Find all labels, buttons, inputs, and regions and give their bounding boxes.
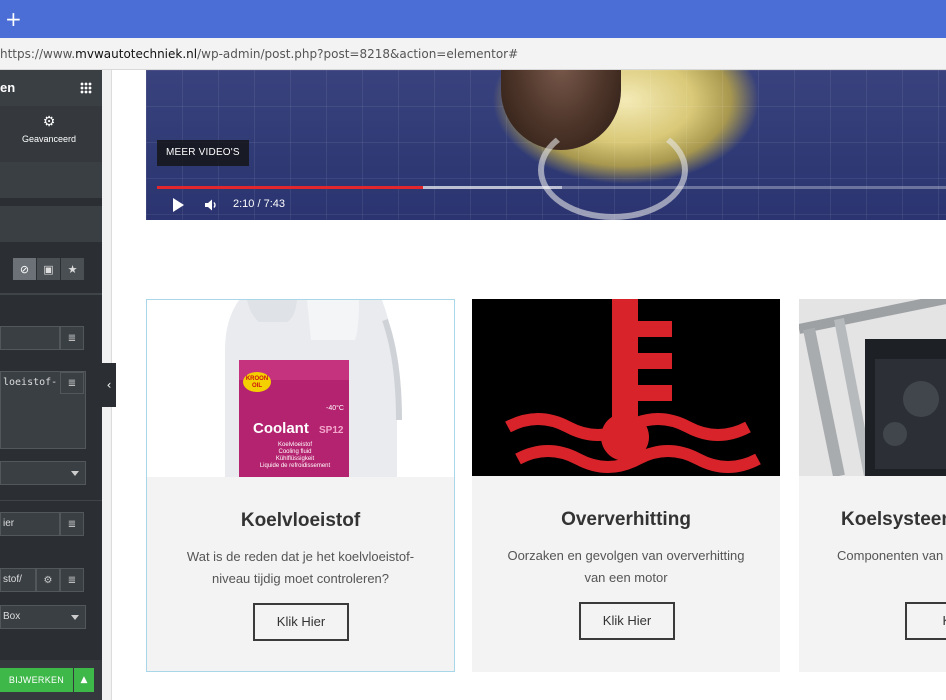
panel-header: en [0,70,102,106]
gear-icon: ⚙ [42,114,56,130]
url-prefix: https://www. [0,47,76,61]
panel-select[interactable]: Box [0,605,86,629]
brand-logo-text: KROON [246,376,268,382]
title-link-field[interactable]: ier [0,512,60,536]
video-player[interactable]: MEER VIDEO'S 2:10 / 7:43 [146,70,946,220]
gear-icon[interactable]: ⚙ [36,568,60,592]
url-path: /wp-admin/post.php?post=8218&action=elem… [197,47,519,61]
collapse-panel-button[interactable]: ‹ [102,363,116,407]
product-code: SP12 [319,425,344,436]
database-icon[interactable]: ≣ [60,372,84,394]
url-domain: mvwautotechniek.nl [75,47,198,61]
panel-section-header[interactable] [0,162,102,198]
radiator-image [799,299,946,476]
chevron-down-icon [71,615,79,620]
brand-logo-text: OIL [252,383,262,389]
klik-hier-button[interactable]: Klik Hier [253,603,349,641]
database-icon[interactable]: ≣ [60,326,84,350]
new-tab-button[interactable]: + [5,9,22,29]
more-videos-button[interactable]: MEER VIDEO'S [157,140,249,166]
chevron-up-icon[interactable]: ▲ [74,668,94,692]
card-oververhitting: Oververhitting Oorzaken en gevolgen van … [472,299,780,672]
grid-menu-icon[interactable] [80,82,92,94]
volume-icon[interactable] [203,197,219,213]
tab-advanced-label: Geavanceerd [21,134,77,144]
divider [0,500,102,501]
product-label: Coolant [253,420,309,437]
panel-select[interactable] [0,461,86,485]
database-icon[interactable]: ≣ [60,568,84,592]
temp-label: -40°C [326,404,344,412]
card-title: Oververhitting [561,509,691,530]
coolant-bottle-image: KROON OIL -40°C Coolant SP12 Koelvloeist… [225,300,402,477]
card-image [799,299,946,476]
video-played-bar [157,186,423,189]
klik-hier-button[interactable]: Klik [905,602,946,640]
temperature-warning-icon [505,299,761,473]
video-frame [538,120,688,220]
database-icon[interactable]: ≣ [60,512,84,536]
browser-tab-bar: + [0,0,946,38]
image-icon[interactable]: ▣ [37,258,61,280]
panel-footer: BIJWERKEN ▲ [0,660,102,700]
label-line: Koelvloeistof [278,442,312,448]
divider [0,294,102,295]
card-koelvloeistof: KROON OIL -40°C Coolant SP12 Koelvloeist… [146,299,455,672]
card-description: Oorzaken en gevolgen van oververhitting … [507,548,745,585]
select-value: Box [3,611,21,622]
video-progress-bar[interactable] [157,186,946,189]
video-time: 2:10 / 7:43 [233,198,285,210]
image-type-toggle: ⊘ ▣ ★ [13,258,85,280]
label-line: Kühlflüssigkeit [276,456,315,462]
address-bar[interactable]: https://www.mvwautotechniek.nl/wp-admin/… [0,38,946,70]
panel-tabs: ⚙ Geavanceerd [0,106,102,162]
label-line: Liquide de refroidissement [260,463,331,469]
star-icon[interactable]: ★ [61,258,85,280]
card-title: Koelsysteem [841,509,946,530]
editor-panel: en ⚙ Geavanceerd ⊘ ▣ ★ ≣ loeistof- ≣ ier… [0,70,102,700]
link-url-field[interactable]: stof/ [0,568,36,592]
klik-hier-button[interactable]: Klik Hier [579,602,675,640]
label-line: Cooling fluid [278,449,311,455]
card-image [472,299,780,476]
panel-text-field[interactable] [0,326,60,350]
card-description: Componenten van een ben [837,548,946,563]
card-description: Wat is de reden dat je het koelvloeistof… [186,549,415,586]
chevron-down-icon [71,471,79,476]
no-image-icon[interactable]: ⊘ [13,258,37,280]
card-image: KROON OIL -40°C Coolant SP12 Koelvloeist… [147,300,454,477]
url-text[interactable]: https://www.mvwautotechniek.nl/wp-admin/… [0,47,518,61]
play-icon[interactable] [173,198,184,212]
panel-section-header[interactable] [0,206,102,242]
card-title: Koelvloeistof [240,510,361,531]
update-button[interactable]: BIJWERKEN [0,668,73,692]
panel-title: en [0,80,16,95]
card-koelsysteem: Koelsysteem Componenten van een ben Klik [799,299,946,672]
tab-advanced[interactable]: ⚙ Geavanceerd [14,114,84,144]
